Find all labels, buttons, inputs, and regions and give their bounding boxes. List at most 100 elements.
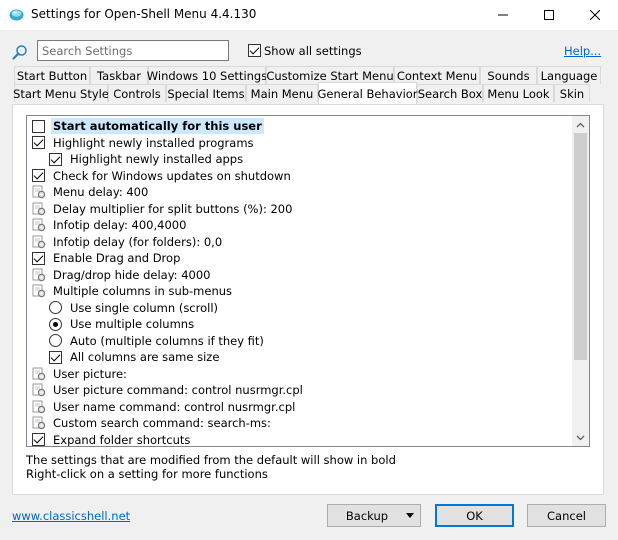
setting-row[interactable]: User name command: control nusrmgr.cpl	[32, 399, 297, 415]
setting-radio[interactable]	[49, 334, 62, 347]
setting-row[interactable]: Custom search command: search-ms:	[32, 415, 273, 431]
minimize-icon	[498, 14, 508, 16]
setting-label: Enable Drag and Drop	[53, 251, 181, 265]
setting-row[interactable]: Menu delay: 400	[32, 184, 150, 200]
setting-row[interactable]: Start automatically for this user	[32, 118, 264, 134]
title-bar: Settings for Open-Shell Menu 4.4.130	[0, 0, 618, 30]
setting-label: Infotip delay: 400,4000	[53, 218, 187, 232]
setting-label: Expand folder shortcuts	[53, 432, 191, 447]
chevron-up-icon	[576, 122, 585, 127]
help-link[interactable]: Help...	[564, 44, 601, 58]
setting-label: Infotip delay (for folders): 0,0	[53, 234, 223, 249]
tab-controls[interactable]: Controls	[108, 84, 166, 102]
setting-checkbox[interactable]	[32, 169, 45, 182]
maximize-icon	[544, 10, 554, 20]
setting-checkbox[interactable]	[49, 152, 62, 166]
vertical-scrollbar[interactable]	[572, 116, 589, 446]
tab-windows-10-settings[interactable]: Windows 10 Settings	[147, 66, 267, 84]
tab-language[interactable]: Language	[537, 66, 601, 84]
setting-row[interactable]: Use multiple columns	[49, 316, 196, 332]
tab-start-button[interactable]: Start Button	[14, 66, 90, 84]
tab-skin[interactable]: Skin	[554, 84, 590, 102]
setting-row[interactable]: Check for Windows updates on shutdown	[32, 168, 293, 184]
setting-row[interactable]: Multiple columns in sub-menus	[32, 283, 234, 299]
dropdown-arrow-icon	[406, 513, 414, 518]
setting-gear-icon	[32, 284, 46, 298]
tab-taskbar[interactable]: Taskbar	[90, 66, 148, 84]
setting-checkbox[interactable]	[32, 119, 45, 133]
setting-row[interactable]: Use single column (scroll)	[49, 300, 220, 316]
tab-main-menu[interactable]: Main Menu	[246, 84, 318, 102]
setting-radio[interactable]	[49, 301, 62, 314]
setting-label: Delay multiplier for split buttons (%): …	[53, 201, 293, 216]
search-icon	[12, 45, 27, 60]
website-link[interactable]: www.classicshell.net	[12, 509, 130, 523]
setting-gear-icon	[32, 235, 46, 248]
setting-label: All columns are same size	[70, 350, 220, 364]
setting-row[interactable]: User picture command: control nusrmgr.cp…	[32, 382, 305, 398]
setting-label: Use single column (scroll)	[70, 300, 219, 315]
setting-checkbox[interactable]	[32, 251, 45, 265]
tab-sounds[interactable]: Sounds	[480, 66, 537, 84]
setting-label: Highlight newly installed programs	[53, 135, 254, 150]
setting-checkbox[interactable]	[49, 350, 62, 364]
tab-menu-look[interactable]: Menu Look	[483, 84, 554, 102]
setting-row[interactable]: Highlight newly installed programs	[32, 135, 256, 151]
setting-gear-icon	[32, 185, 46, 199]
setting-label: Menu delay: 400	[53, 185, 149, 199]
setting-row[interactable]: Delay multiplier for split buttons (%): …	[32, 201, 294, 217]
setting-label: Start automatically for this user	[51, 118, 264, 134]
setting-gear-icon	[32, 202, 46, 215]
backup-button[interactable]: Backup	[327, 504, 421, 527]
setting-radio[interactable]	[49, 317, 62, 331]
setting-row[interactable]: Highlight newly installed apps	[49, 151, 245, 167]
scroll-thumb[interactable]	[574, 133, 587, 360]
setting-label: Check for Windows updates on shutdown	[53, 168, 291, 183]
show-all-settings-checkbox[interactable]	[248, 44, 261, 57]
close-button[interactable]	[572, 0, 618, 30]
chevron-down-icon	[576, 435, 585, 440]
setting-checkbox[interactable]	[32, 136, 45, 149]
setting-row[interactable]: Infotip delay: 400,4000	[32, 217, 188, 233]
info-modified-bold: The settings that are modified from the …	[26, 453, 396, 467]
setting-label: User name command: control nusrmgr.cpl	[53, 399, 296, 414]
setting-label: Use multiple columns	[70, 317, 195, 331]
setting-gear-icon	[32, 400, 46, 413]
info-right-click: Right-click on a setting for more functi…	[26, 467, 268, 481]
setting-label: Custom search command: search-ms:	[53, 416, 271, 430]
setting-label: Drag/drop hide delay: 4000	[53, 267, 211, 282]
close-icon	[590, 10, 600, 20]
maximize-button[interactable]	[526, 0, 572, 30]
setting-row[interactable]: Expand folder shortcuts	[32, 432, 192, 447]
setting-gear-icon	[32, 218, 46, 232]
tab-general-behavior[interactable]: General Behavior	[317, 82, 418, 104]
scroll-up-button[interactable]	[572, 116, 589, 133]
setting-row[interactable]: All columns are same size	[49, 349, 221, 365]
show-all-settings-label: Show all settings	[264, 44, 362, 58]
ok-button[interactable]: OK	[435, 504, 514, 527]
setting-row[interactable]: Auto (multiple columns if they fit)	[49, 333, 266, 349]
setting-row[interactable]: Drag/drop hide delay: 4000	[32, 267, 212, 283]
setting-label: Multiple columns in sub-menus	[53, 284, 233, 298]
shell-app-icon	[9, 9, 24, 21]
scroll-down-button[interactable]	[572, 429, 589, 446]
window-title: Settings for Open-Shell Menu 4.4.130	[31, 7, 257, 21]
cancel-button[interactable]: Cancel	[527, 504, 606, 527]
setting-row[interactable]: Enable Drag and Drop	[32, 250, 182, 266]
setting-label: User picture command: control nusrmgr.cp…	[53, 383, 303, 397]
tab-special-items[interactable]: Special Items	[166, 84, 246, 102]
setting-label: User picture:	[53, 366, 127, 381]
setting-checkbox[interactable]	[32, 433, 45, 446]
settings-list[interactable]: Start automatically for this user Highlig…	[26, 115, 590, 447]
setting-row[interactable]: User picture:	[32, 366, 129, 382]
search-input[interactable]	[37, 40, 229, 61]
minimize-button[interactable]	[480, 0, 526, 30]
setting-gear-icon	[32, 268, 46, 281]
setting-row[interactable]: Infotip delay (for folders): 0,0	[32, 234, 224, 250]
tab-search-box[interactable]: Search Box	[417, 84, 483, 102]
setting-gear-icon	[32, 367, 46, 380]
setting-gear-icon	[32, 416, 46, 430]
setting-label: Auto (multiple columns if they fit)	[70, 333, 264, 348]
setting-label: Highlight newly installed apps	[70, 152, 244, 166]
tab-start-menu-style[interactable]: Start Menu Style	[13, 84, 109, 102]
